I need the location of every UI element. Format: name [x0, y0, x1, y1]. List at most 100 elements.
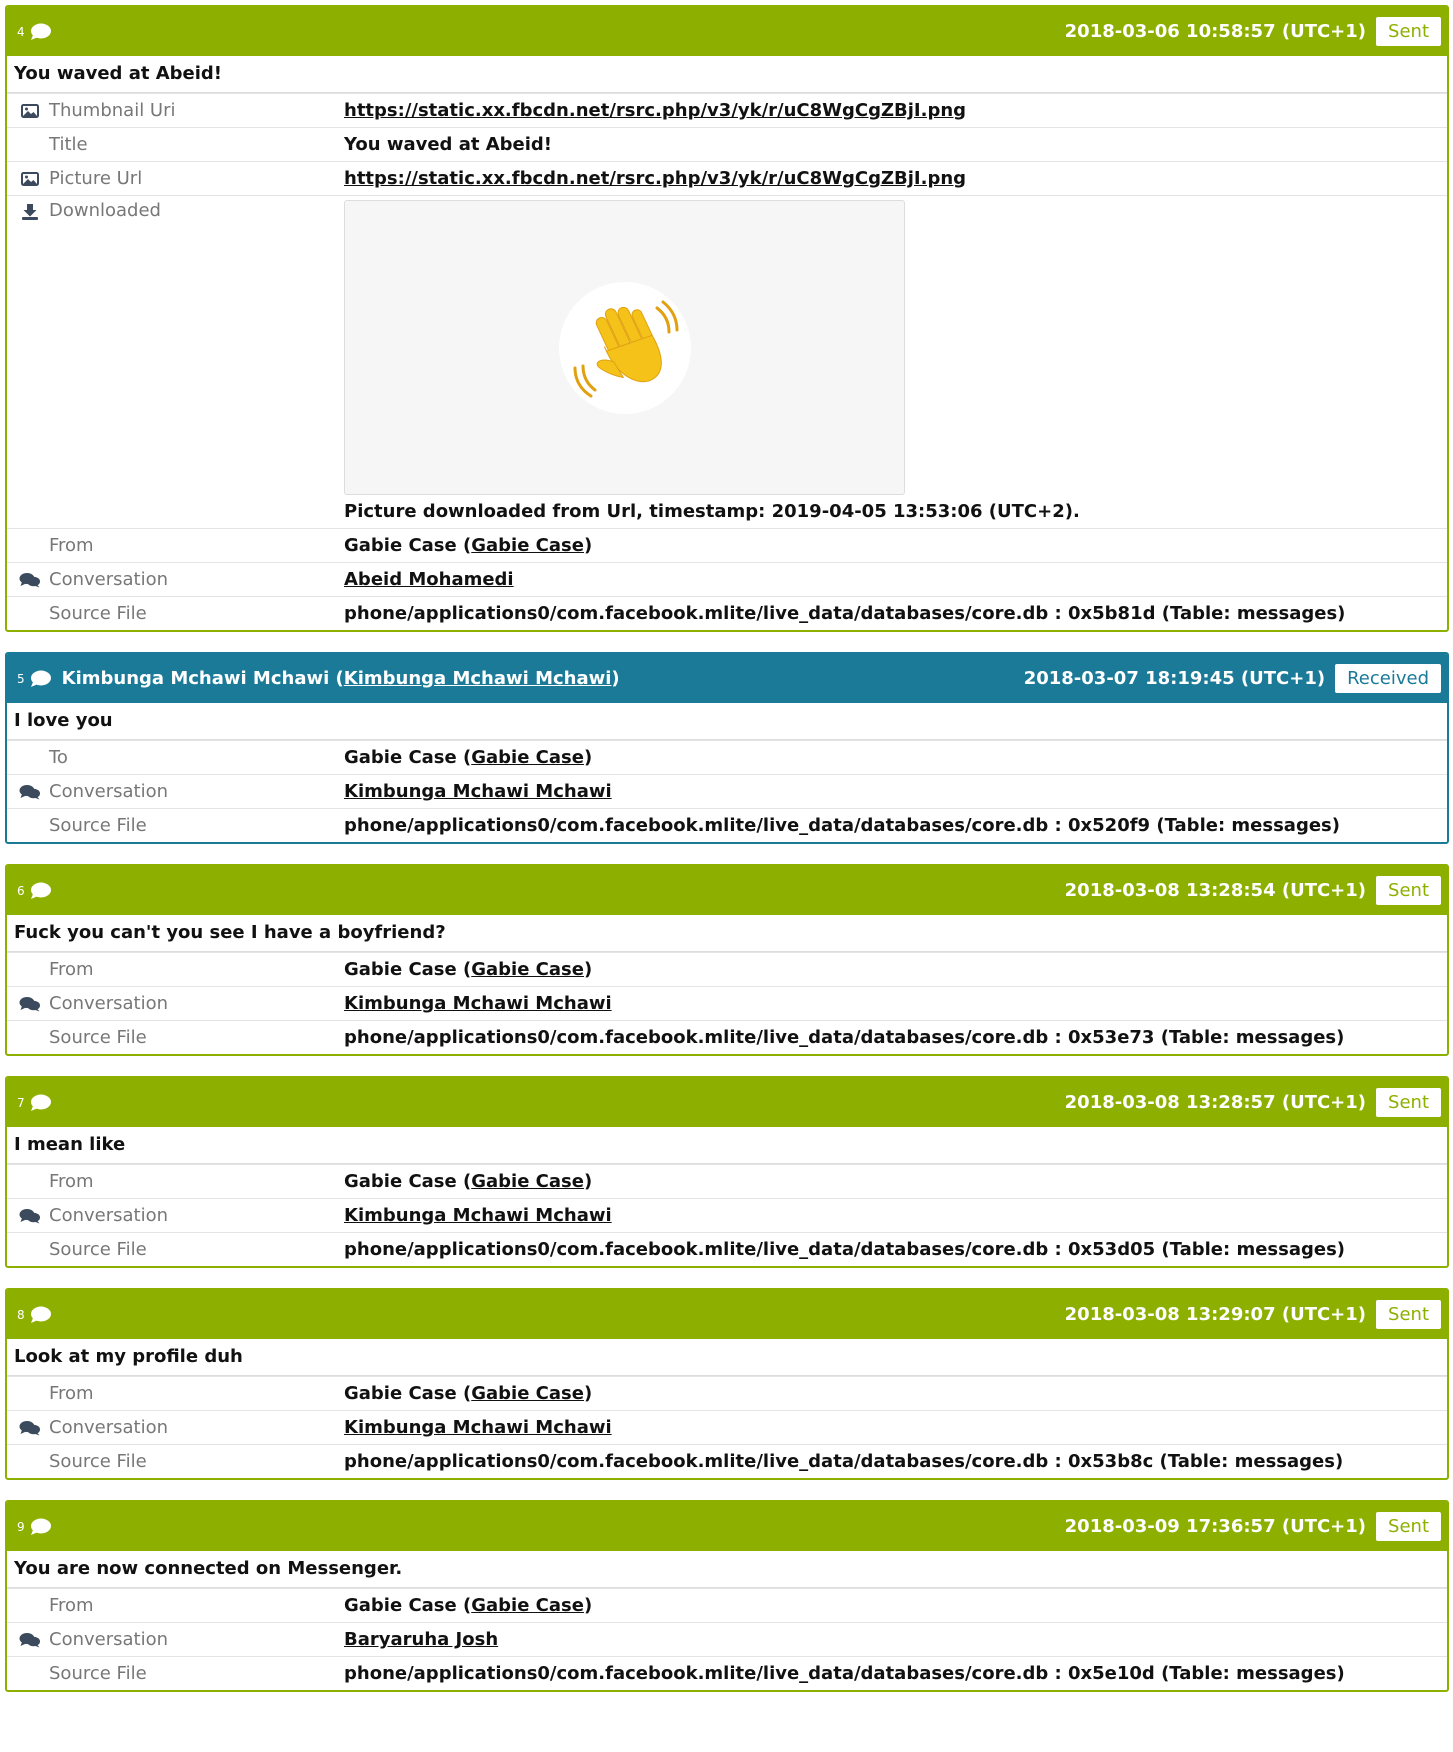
status-badge: Sent: [1376, 1300, 1441, 1329]
comments-icon: [19, 568, 41, 592]
from-link[interactable]: Gabie Case: [471, 1171, 584, 1192]
source-file-value: phone/applications0/com.facebook.mlite/l…: [344, 1239, 1346, 1260]
source-file-row: Source File phone/applications0/com.face…: [7, 1656, 1447, 1690]
from-label: From: [49, 535, 94, 556]
thumbnail-uri-row: Thumbnail Uri https://static.xx.fbcdn.ne…: [7, 93, 1447, 127]
message-header: 4 2018-03-06 10:58:57 (UTC+1) Sent: [7, 7, 1447, 56]
message-list: 4 2018-03-06 10:58:57 (UTC+1) Sent You w…: [5, 5, 1449, 1712]
picture-url-link[interactable]: https://static.xx.fbcdn.net/rsrc.php/v3/…: [344, 168, 966, 189]
downloaded-label: Downloaded: [49, 200, 161, 221]
conversation-link[interactable]: Baryaruha Josh: [344, 1629, 498, 1650]
chat-bubble-icon: [30, 1518, 52, 1536]
message-timestamp: 2018-03-08 13:28:57 (UTC+1): [1064, 1092, 1367, 1113]
message-card: 9 2018-03-09 17:36:57 (UTC+1) Sent You a…: [5, 1500, 1449, 1692]
conversation-label: Conversation: [49, 1629, 169, 1650]
from-label: From: [49, 1595, 94, 1616]
from-row: From Gabie Case (Gabie Case): [7, 952, 1447, 986]
from-link[interactable]: Gabie Case: [471, 959, 584, 980]
message-text: I love you: [7, 703, 1447, 740]
source-file-value: phone/applications0/com.facebook.mlite/l…: [344, 1663, 1345, 1684]
message-card: 8 2018-03-08 13:29:07 (UTC+1) Sent Look …: [5, 1288, 1449, 1480]
from-link[interactable]: Gabie Case: [471, 535, 584, 556]
source-file-value: phone/applications0/com.facebook.mlite/l…: [344, 1451, 1344, 1472]
conversation-link[interactable]: Abeid Mohamedi: [344, 569, 514, 590]
conversation-row: Conversation Baryaruha Josh: [7, 1622, 1447, 1656]
conversation-label: Conversation: [49, 781, 169, 802]
from-link[interactable]: Gabie Case: [471, 1383, 584, 1404]
download-note: Picture downloaded from Url, timestamp: …: [344, 501, 1080, 522]
message-number: 7: [17, 1095, 25, 1110]
comments-icon: [19, 1204, 41, 1228]
message-number: 9: [17, 1519, 25, 1534]
message-number: 8: [17, 1307, 25, 1322]
conversation-row: Conversation Kimbunga Mchawi Mchawi: [7, 774, 1447, 808]
sender-link[interactable]: Kimbunga Mchawi Mchawi: [344, 668, 612, 689]
conversation-row: Conversation Kimbunga Mchawi Mchawi: [7, 986, 1447, 1020]
source-file-value: phone/applications0/com.facebook.mlite/l…: [344, 603, 1346, 624]
conversation-link[interactable]: Kimbunga Mchawi Mchawi: [344, 1417, 612, 1438]
message-timestamp: 2018-03-08 13:29:07 (UTC+1): [1064, 1304, 1367, 1325]
comments-icon: [19, 1416, 41, 1440]
from-label: From: [49, 959, 94, 980]
source-file-row: Source File phone/applications0/com.face…: [7, 1444, 1447, 1478]
thumbnail-uri-link[interactable]: https://static.xx.fbcdn.net/rsrc.php/v3/…: [344, 100, 966, 121]
conversation-link[interactable]: Kimbunga Mchawi Mchawi: [344, 781, 612, 802]
message-text: I mean like: [7, 1127, 1447, 1164]
source-file-row: Source File phone/applications0/com.face…: [7, 596, 1447, 630]
comments-icon: [19, 992, 41, 1016]
downloaded-row: Downloaded Picture downloaded from Url, …: [7, 195, 1447, 528]
from-name: Gabie Case: [344, 1383, 457, 1404]
from-name: Gabie Case: [344, 535, 457, 556]
to-name: Gabie Case: [344, 747, 457, 768]
source-file-value: phone/applications0/com.facebook.mlite/l…: [344, 1027, 1345, 1048]
from-label: From: [49, 1383, 94, 1404]
message-text: You waved at Abeid!: [7, 56, 1447, 93]
status-badge: Sent: [1376, 1512, 1441, 1541]
from-row: From Gabie Case (Gabie Case): [7, 1376, 1447, 1410]
status-badge: Sent: [1376, 876, 1441, 905]
source-file-row: Source File phone/applications0/com.face…: [7, 808, 1447, 842]
message-card: 6 2018-03-08 13:28:54 (UTC+1) Sent Fuck …: [5, 864, 1449, 1056]
downloaded-image-preview[interactable]: [344, 200, 905, 495]
from-name: Gabie Case: [344, 959, 457, 980]
title-label: Title: [49, 134, 88, 155]
message-number: 5: [17, 671, 25, 686]
status-badge: Received: [1335, 664, 1441, 693]
picture-url-label: Picture Url: [49, 168, 143, 189]
image-icon: [19, 99, 41, 123]
comments-icon: [19, 1628, 41, 1652]
message-card: 5 Kimbunga Mchawi Mchawi (Kimbunga Mchaw…: [5, 652, 1449, 844]
message-timestamp: 2018-03-09 17:36:57 (UTC+1): [1064, 1516, 1367, 1537]
conversation-row: Conversation Kimbunga Mchawi Mchawi: [7, 1198, 1447, 1232]
to-row: To Gabie Case (Gabie Case): [7, 740, 1447, 774]
message-timestamp: 2018-03-08 13:28:54 (UTC+1): [1064, 880, 1367, 901]
source-file-label: Source File: [49, 603, 147, 624]
from-link[interactable]: Gabie Case: [471, 1595, 584, 1616]
message-text: Fuck you can't you see I have a boyfrien…: [7, 915, 1447, 952]
from-row: From Gabie Case (Gabie Case): [7, 1588, 1447, 1622]
source-file-row: Source File phone/applications0/com.face…: [7, 1020, 1447, 1054]
message-header: 6 2018-03-08 13:28:54 (UTC+1) Sent: [7, 866, 1447, 915]
message-timestamp: 2018-03-07 18:19:45 (UTC+1): [1023, 668, 1326, 689]
conversation-label: Conversation: [49, 993, 169, 1014]
message-text: Look at my profile duh: [7, 1339, 1447, 1376]
source-file-value: phone/applications0/com.facebook.mlite/l…: [344, 815, 1340, 836]
from-name: Gabie Case: [344, 1171, 457, 1192]
from-name: Gabie Case: [344, 1595, 457, 1616]
source-file-row: Source File phone/applications0/com.face…: [7, 1232, 1447, 1266]
message-header: 9 2018-03-09 17:36:57 (UTC+1) Sent: [7, 1502, 1447, 1551]
comments-icon: [19, 780, 41, 804]
chat-bubble-icon: [30, 670, 52, 688]
conversation-row: Conversation Abeid Mohamedi: [7, 562, 1447, 596]
status-badge: Sent: [1376, 1088, 1441, 1117]
conversation-link[interactable]: Kimbunga Mchawi Mchawi: [344, 993, 612, 1014]
to-link[interactable]: Gabie Case: [471, 747, 584, 768]
waving-hand-icon: [573, 300, 678, 397]
chat-bubble-icon: [30, 1094, 52, 1112]
from-label: From: [49, 1171, 94, 1192]
message-header: 8 2018-03-08 13:29:07 (UTC+1) Sent: [7, 1290, 1447, 1339]
chat-bubble-icon: [30, 23, 52, 41]
status-badge: Sent: [1376, 17, 1441, 46]
conversation-link[interactable]: Kimbunga Mchawi Mchawi: [344, 1205, 612, 1226]
source-file-label: Source File: [49, 1239, 147, 1260]
